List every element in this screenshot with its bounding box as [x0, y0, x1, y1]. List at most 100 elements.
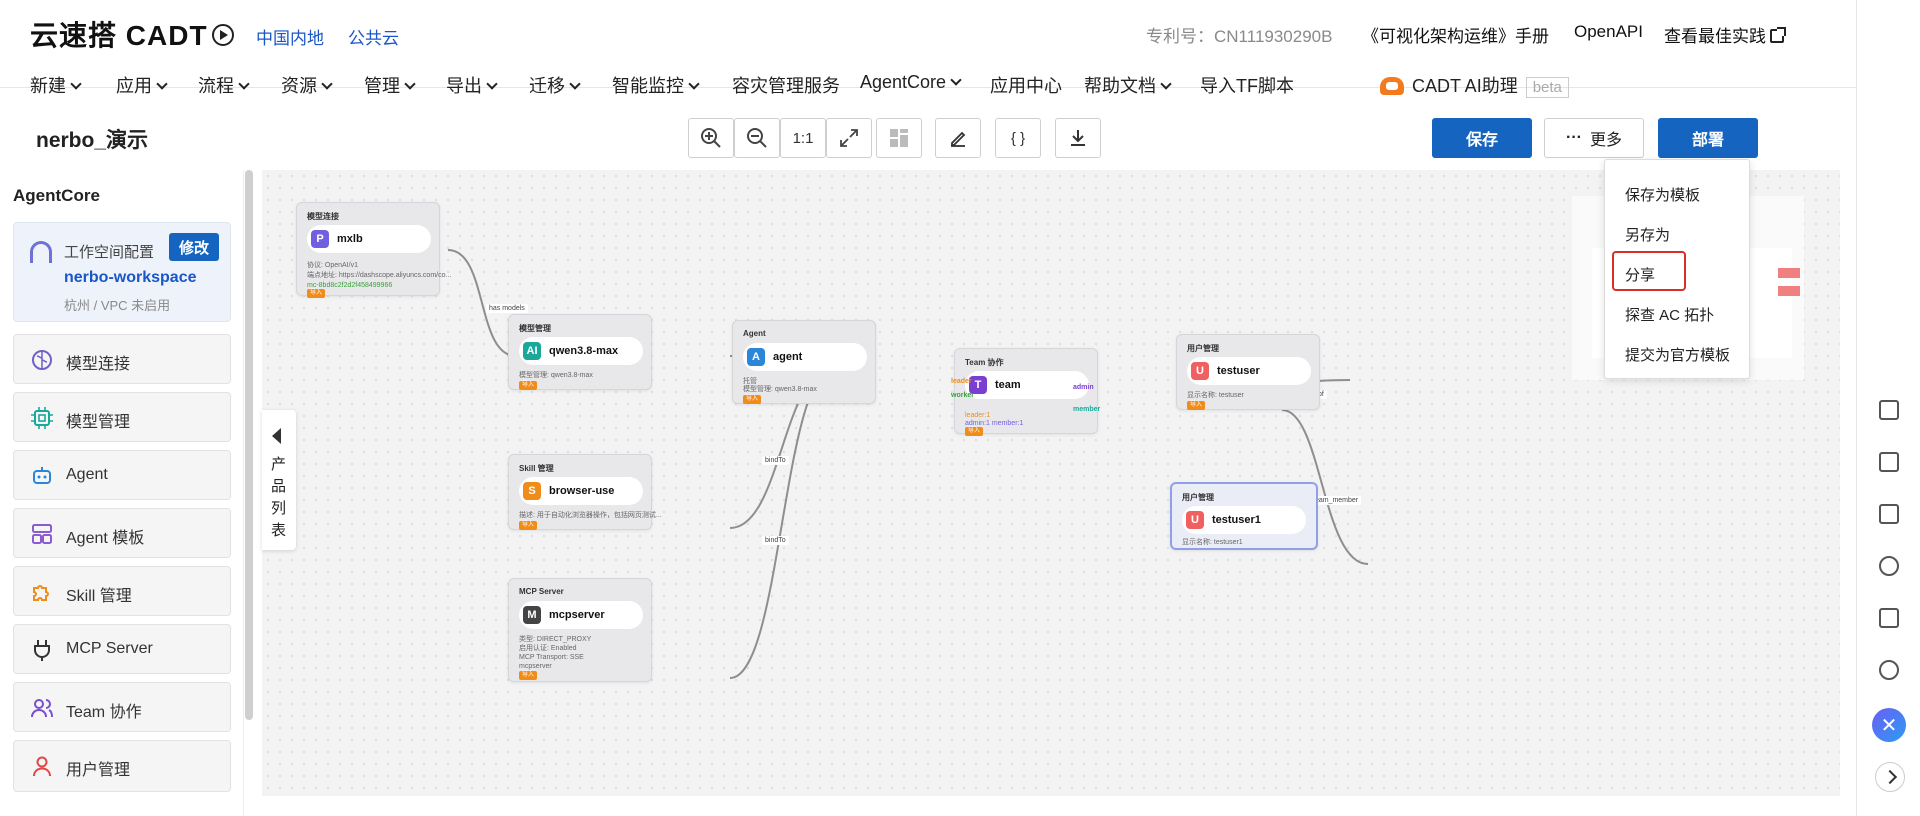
zoom-reset-button[interactable]: 1:1: [780, 118, 826, 158]
sidebar-item-label: Agent 模板: [66, 530, 145, 547]
menu-item-explore-ac[interactable]: 探查 AC 拓扑: [1625, 304, 1714, 325]
node-skill[interactable]: Skill 管理 S browser-use 描述: 用于自动化浏览器操作，包括…: [508, 454, 662, 530]
nav-dr[interactable]: 容灾管理服务: [732, 72, 840, 96]
node-avatar: U: [1191, 362, 1209, 380]
nav-new[interactable]: 新建: [30, 72, 82, 96]
nav-app-label: 应用: [116, 76, 152, 96]
nav-manage[interactable]: 管理: [364, 72, 416, 96]
nav-import-tf-label: 导入TF脚本: [1200, 76, 1294, 96]
port-worker[interactable]: worker: [951, 391, 974, 401]
fit-screen-button[interactable]: [826, 118, 872, 158]
node-header: MCP Server: [519, 587, 564, 596]
sidebar-item-model-connection[interactable]: 模型连接: [13, 334, 231, 384]
json-button[interactable]: { }: [995, 118, 1041, 158]
save-button[interactable]: 保存: [1432, 118, 1532, 158]
node-agent[interactable]: Agent A agent 托管 模型管理: qwen3.8-max 导入: [732, 320, 876, 404]
layout-button[interactable]: [876, 118, 922, 158]
node-avatar: M: [523, 606, 541, 624]
best-practice-link[interactable]: 查看最佳实践: [1664, 22, 1786, 47]
ai-helper-button[interactable]: CADT AI助理 beta: [1380, 72, 1569, 98]
port-member[interactable]: member: [1073, 405, 1100, 415]
sidebar-item-agent[interactable]: Agent: [13, 450, 231, 500]
node-model-connection[interactable]: 模型连接 P mxlb 协议: OpenAI/v1 端点地址: https://…: [296, 202, 451, 298]
external-link-icon: [1770, 27, 1786, 43]
project-name: nerbo_演示: [36, 129, 149, 152]
workspace-label: 工作空间配置: [64, 244, 155, 261]
chevron-right-icon[interactable]: [1875, 762, 1905, 792]
sidebar-item-model-manage[interactable]: 模型管理: [13, 392, 231, 442]
manual-link[interactable]: 《可视化架构运维》手册: [1362, 22, 1549, 47]
deploy-button[interactable]: 部署: [1658, 118, 1758, 158]
product-list-toggle[interactable]: 产品列表: [262, 410, 296, 550]
nav-flow[interactable]: 流程: [198, 72, 250, 96]
nav-app[interactable]: 应用: [116, 72, 168, 96]
edge-label-has-models: has models: [486, 304, 528, 313]
document-icon[interactable]: [1879, 400, 1899, 420]
node-avatar: U: [1186, 511, 1204, 529]
node-avatar: AI: [523, 342, 541, 360]
canvas-toolbar: nerbo_演示 1:1 { } 保存 ··· 更多 部署: [0, 112, 1856, 166]
zoom-in-button[interactable]: [688, 118, 734, 158]
ai-helper-label: CADT AI助理: [1412, 76, 1518, 96]
chevron-down-icon: [404, 78, 416, 90]
headset-icon[interactable]: [1879, 660, 1899, 680]
play-icon[interactable]: [212, 24, 234, 46]
api-icon[interactable]: [1879, 452, 1899, 472]
download-icon: [1071, 130, 1085, 146]
terminal-icon[interactable]: [1879, 504, 1899, 524]
menu-item-submit-template[interactable]: 提交为官方模板: [1625, 344, 1730, 365]
nav-migrate[interactable]: 迁移: [529, 72, 581, 96]
sidebar-item-mcp[interactable]: MCP Server: [13, 624, 231, 674]
nav-app-center[interactable]: 应用中心: [990, 72, 1062, 96]
sidebar-item-user[interactable]: 用户管理: [13, 740, 231, 792]
edit-button[interactable]: [935, 118, 981, 158]
node-user-testuser1[interactable]: 用户管理 U testuser1 显示名称: testuser1: [1170, 482, 1318, 550]
menu-item-save-as[interactable]: 另存为: [1625, 224, 1670, 245]
puzzle-icon: [33, 585, 49, 601]
download-button[interactable]: [1055, 118, 1101, 158]
right-rail: ✕: [1856, 0, 1920, 816]
region-public-cloud-link[interactable]: 公共云: [348, 24, 399, 49]
gear-icon[interactable]: [1879, 556, 1899, 576]
region-mainland-link[interactable]: 中国内地: [256, 24, 324, 49]
node-name: qwen3.8-max: [549, 345, 619, 357]
menu-item-save-template[interactable]: 保存为模板: [1625, 184, 1700, 205]
edit-icon[interactable]: [1879, 608, 1899, 628]
brand-title[interactable]: 云速搭 CADT: [30, 14, 208, 54]
node-header: Skill 管理: [519, 464, 554, 473]
more-button[interactable]: ··· 更多: [1544, 118, 1644, 158]
nav-export[interactable]: 导出: [446, 72, 498, 96]
node-name: mxlb: [337, 233, 363, 245]
workspace-name: nerbo-workspace: [64, 269, 197, 286]
nav-monitor[interactable]: 智能监控: [612, 72, 700, 96]
node-mcp-server[interactable]: MCP Server M mcpserver 类型: DIRECT_PROXY …: [508, 578, 652, 682]
node-pill: M mcpserver: [519, 601, 643, 629]
sidebar-item-agent-template[interactable]: Agent 模板: [13, 508, 231, 558]
port-leader[interactable]: leader: [951, 377, 972, 387]
nav-import-tf[interactable]: 导入TF脚本: [1200, 72, 1294, 96]
node-model-manage[interactable]: 模型管理 AI qwen3.8-max 模型管理: qwen3.8-max 导入: [508, 314, 652, 390]
sidebar-item-team[interactable]: Team 协作: [13, 682, 231, 732]
node-meta: 描述: 用于自动化浏览器操作，包括网页测试...: [519, 512, 662, 519]
zoom-out-button[interactable]: [734, 118, 780, 158]
sidebar-item-label: 用户管理: [66, 762, 131, 779]
port-admin[interactable]: admin: [1073, 383, 1094, 393]
best-practice-label: 查看最佳实践: [1664, 27, 1766, 46]
nav-resource[interactable]: 资源: [281, 72, 333, 96]
openapi-link[interactable]: OpenAPI: [1574, 22, 1643, 42]
node-name: testuser: [1217, 365, 1260, 377]
nav-agentcore[interactable]: AgentCore: [860, 72, 962, 96]
edge-label-bindto-skill: bindTo: [762, 456, 789, 465]
import-tag: 导入: [307, 289, 326, 298]
nav-help[interactable]: 帮助文档: [1084, 72, 1172, 96]
workspace-edit-button[interactable]: 修改: [169, 233, 219, 261]
ai-assistant-icon[interactable]: ✕: [1872, 708, 1906, 742]
node-user-testuser[interactable]: 用户管理 U testuser 显示名称: testuser 导入: [1176, 334, 1320, 410]
node-pill: U testuser1: [1182, 506, 1306, 534]
sidebar-scrollbar[interactable]: [245, 170, 253, 720]
node-team[interactable]: Team 协作 T team leader worker admin membe…: [951, 348, 1100, 436]
node-pill: T team: [965, 371, 1089, 399]
sidebar-item-skill[interactable]: Skill 管理: [13, 566, 231, 616]
node-name: browser-use: [549, 485, 615, 497]
nav-export-label: 导出: [446, 76, 482, 96]
